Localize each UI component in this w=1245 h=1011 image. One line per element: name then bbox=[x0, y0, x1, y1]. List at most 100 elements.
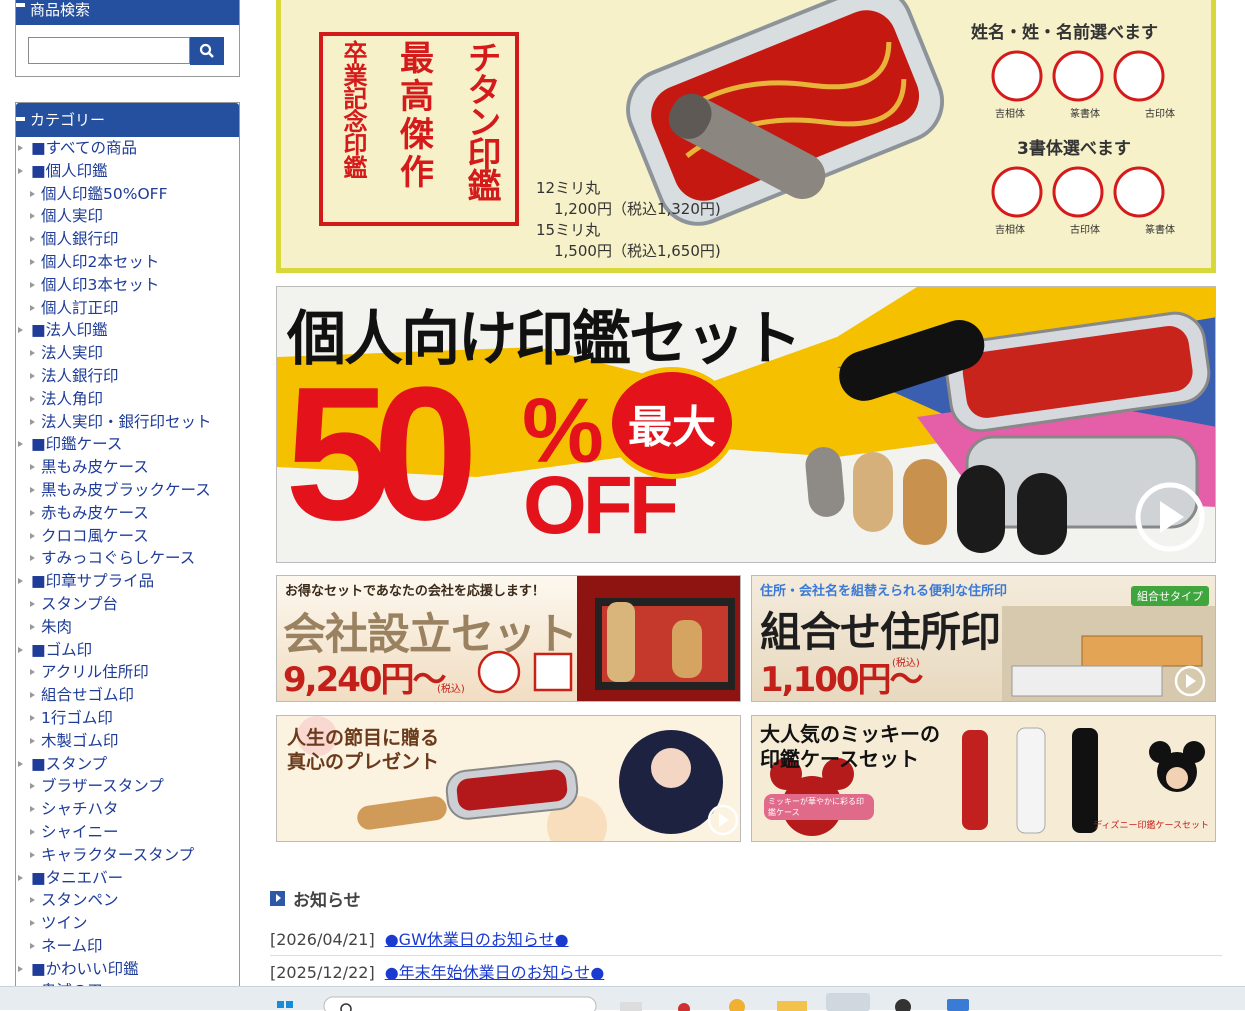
search-input[interactable] bbox=[28, 37, 190, 64]
calendar-icon bbox=[947, 999, 969, 1011]
max-badge: 最大 bbox=[607, 367, 737, 479]
browser-icon bbox=[826, 993, 870, 1011]
mickey-text: 大人気のミッキーの 印鑑ケースセット bbox=[760, 722, 940, 772]
search-button[interactable] bbox=[190, 37, 224, 65]
title-col-1: チタン印鑑 bbox=[461, 40, 501, 200]
search-icon bbox=[199, 43, 214, 58]
price-12: 1,200円（税込1,320円) bbox=[554, 200, 721, 218]
titanium-seal-banner[interactable]: チタン印鑑 最高傑作 卒業記念印鑑 姓名・姓・名前選べます 3書体選べます 吉相… bbox=[276, 0, 1216, 273]
news-date: [2025/12/22] bbox=[270, 963, 375, 982]
category-item[interactable]: ■タニエバー bbox=[16, 867, 239, 890]
tagline: お得なセットであなたの会社を応援します！ bbox=[285, 584, 545, 599]
seal-label: 吉相体 bbox=[995, 225, 1025, 236]
gift-line-2: 真心のプレゼント bbox=[287, 751, 440, 773]
subcategory-item[interactable]: シャイニー bbox=[16, 821, 239, 844]
seal-label: 篆書体 bbox=[1070, 109, 1100, 120]
fonts-title: 3書体選べます bbox=[1017, 139, 1131, 159]
arrow-icon bbox=[270, 890, 285, 906]
news-title: お知らせ bbox=[293, 890, 361, 911]
subcategory-item[interactable]: ツイン bbox=[16, 912, 239, 935]
subcategory-item[interactable]: 赤もみ皮ケース bbox=[16, 502, 239, 525]
mickey-case-banner[interactable]: 大人気のミッキーの 印鑑ケースセット ミッキーが華やかに彩る印鑑ケース ディズニ… bbox=[751, 715, 1216, 842]
mickey-footer: ディズニー印鑑ケースセット bbox=[1093, 821, 1209, 831]
gift-seal-banner[interactable]: 人生の節目に贈る 真心のプレゼント bbox=[276, 715, 741, 842]
search-heading: 商品検索 bbox=[16, 0, 239, 25]
subcategory-item[interactable]: 朱肉 bbox=[16, 616, 239, 639]
address-stamp-banner[interactable]: 住所・会社名を組替えられる便利な住所印 組合せタイプ 組合せ住所印 1,100円… bbox=[751, 575, 1216, 702]
tax-note: (税込) bbox=[892, 658, 920, 669]
subcategory-item[interactable]: スタンプ台 bbox=[16, 593, 239, 616]
price-block: 12ミリ丸 1,200円（税込1,320円) 15ミリ丸 1,500円（税込1,… bbox=[536, 178, 721, 262]
subcategory-item[interactable]: シャチハタ bbox=[16, 798, 239, 821]
subcategory-item[interactable]: 木製ゴム印 bbox=[16, 730, 239, 753]
price: 9,240円〜 bbox=[283, 660, 447, 700]
app-icon bbox=[729, 999, 745, 1011]
tax-note: (税込) bbox=[437, 684, 465, 695]
title-col-2: 最高傑作 bbox=[393, 40, 434, 192]
category-item[interactable]: ■法人印鑑 bbox=[16, 319, 239, 342]
gift-text: 人生の節目に贈る 真心のプレゼント bbox=[287, 726, 439, 774]
subcategory-item[interactable]: 個人銀行印 bbox=[16, 228, 239, 251]
subcategory-item[interactable]: アクリル住所印 bbox=[16, 661, 239, 684]
news-date: [2026/04/21] bbox=[270, 930, 375, 949]
subcategory-item[interactable]: 黒もみ皮ブラックケース bbox=[16, 479, 239, 502]
subcategory-item[interactable]: すみっコぐらしケース bbox=[16, 547, 239, 570]
search-row bbox=[28, 37, 239, 65]
subcategory-item[interactable]: 個人印2本セット bbox=[16, 251, 239, 274]
app-icon bbox=[895, 999, 911, 1011]
subcategory-item[interactable]: 個人実印 bbox=[16, 205, 239, 228]
subcategory-item[interactable]: スタンペン bbox=[16, 889, 239, 912]
subcategory-item[interactable]: 個人印3本セット bbox=[16, 274, 239, 297]
seal-labels-bottom: 吉相体 古印体 篆書体 bbox=[995, 221, 1175, 236]
mickey-line-1: 大人気のミッキーの bbox=[760, 722, 940, 746]
discount-number: 50 bbox=[285, 348, 478, 560]
vertical-title: チタン印鑑 最高傑作 卒業記念印鑑 bbox=[336, 40, 506, 216]
mickey-sub: ミッキーが華やかに彩る印鑑ケース bbox=[764, 794, 874, 820]
taskbar-search-box bbox=[323, 996, 597, 1011]
subcategory-item[interactable]: キャラクタースタンプ bbox=[16, 844, 239, 867]
company-setup-set-banner[interactable]: お得なセットであなたの会社を応援します！ 会社設立セット 9,240円〜 (税込… bbox=[276, 575, 741, 702]
subcategory-item[interactable]: 1行ゴム印 bbox=[16, 707, 239, 730]
news-link[interactable]: ●年末年始休業日のお知らせ● bbox=[385, 963, 605, 982]
category-item[interactable]: ■すべての商品 bbox=[16, 137, 239, 160]
subcategory-item[interactable]: 法人銀行印 bbox=[16, 365, 239, 388]
category-list: ■すべての商品 ■個人印鑑 個人印鑑50%OFF 個人実印 個人銀行印 個人印2本セット個… bbox=[16, 137, 239, 1001]
seal-label: 古印体 bbox=[1145, 109, 1175, 120]
personal-seal-set-banner[interactable]: 個人向け印鑑セット 50 % OFF 最大 bbox=[276, 286, 1216, 563]
gift-line-1: 人生の節目に贈る bbox=[287, 727, 440, 749]
mickey-line-2: 印鑑ケースセット bbox=[760, 747, 919, 771]
subcategory-item[interactable]: ブラザースタンプ bbox=[16, 775, 239, 798]
os-taskbar bbox=[0, 986, 1245, 1011]
seal-label: 篆書体 bbox=[1145, 225, 1175, 236]
subcategory-item[interactable]: 法人実印 bbox=[16, 342, 239, 365]
category-item[interactable]: ■印鑑ケース bbox=[16, 433, 239, 456]
title: 組合せ住所印 bbox=[760, 608, 1001, 656]
category-heading: カテゴリー bbox=[16, 103, 239, 137]
tagline: 住所・会社名を組替えられる便利な住所印 bbox=[760, 584, 1008, 599]
price-size-15: 15ミリ丸 bbox=[536, 221, 601, 239]
subcategory-item[interactable]: 組合せゴム印 bbox=[16, 684, 239, 707]
news-item: [2025/12/22] ●年末年始休業日のお知らせ● bbox=[270, 956, 1222, 989]
news-link[interactable]: ●GW休業日のお知らせ● bbox=[385, 930, 569, 949]
subcategory-item[interactable]: ネーム印 bbox=[16, 935, 239, 958]
title-col-3: 卒業記念印鑑 bbox=[339, 40, 367, 178]
category-item[interactable]: ■印章サプライ品 bbox=[16, 570, 239, 593]
subcategory-item[interactable]: 法人角印 bbox=[16, 388, 239, 411]
category-item[interactable]: ■スタンプ bbox=[16, 753, 239, 776]
category-item[interactable]: ■個人印鑑 bbox=[16, 160, 239, 183]
seal-label: 古印体 bbox=[1070, 225, 1100, 236]
price-size-12: 12ミリ丸 bbox=[536, 179, 601, 197]
price-15: 1,500円（税込1,650円) bbox=[554, 242, 721, 260]
subcategory-item[interactable]: 法人実印・銀行印セット bbox=[16, 411, 239, 434]
news-item: [2026/04/21] ●GW休業日のお知らせ● bbox=[270, 923, 1222, 956]
subcategory-item[interactable]: 個人印鑑50%OFF bbox=[16, 183, 239, 206]
subcategory-item[interactable]: 個人訂正印 bbox=[16, 297, 239, 320]
category-item[interactable]: ■かわいい印鑑 bbox=[16, 958, 239, 981]
category-panel: カテゴリー ■すべての商品 ■個人印鑑 個人印鑑50%OFF 個人実印 個人銀行印 個人印… bbox=[15, 102, 240, 1002]
category-item[interactable]: ■ゴム印 bbox=[16, 639, 239, 662]
subcategory-item[interactable]: クロコ風ケース bbox=[16, 525, 239, 548]
news-heading: お知らせ bbox=[270, 885, 1222, 911]
subcategory-item[interactable]: 黒もみ皮ケース bbox=[16, 456, 239, 479]
seal-label: 吉相体 bbox=[995, 109, 1025, 120]
news-section: お知らせ [2026/04/21] ●GW休業日のお知らせ● [2025/12/2… bbox=[270, 885, 1222, 989]
